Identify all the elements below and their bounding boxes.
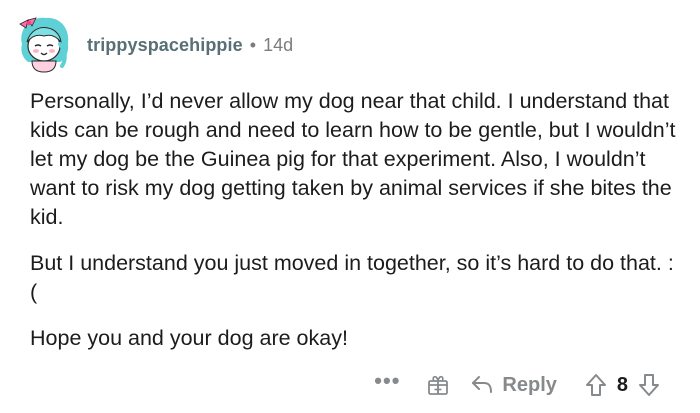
reply-button[interactable]: Reply [470,373,557,397]
reply-arrow-icon [472,376,493,393]
comment-paragraph: Personally, I’d never allow my dog near … [30,89,676,229]
comment-header: trippyspacehippie • 14d [14,14,293,76]
downvote-arrow-icon [639,374,659,396]
downvote-button[interactable] [638,373,660,397]
more-options-button[interactable]: ••• [374,370,400,392]
comment-action-bar: ••• Reply 8 [374,368,660,402]
author-username[interactable]: trippyspacehippie [87,35,243,56]
comment-card: trippyspacehippie • 14d Personally, I’d … [0,0,700,413]
reply-label: Reply [502,373,557,396]
comment-paragraph: But I understand you just moved in toget… [30,251,674,304]
award-gift-icon [428,375,449,395]
vote-count: 8 [616,373,628,396]
meta-separator: • [249,34,257,55]
upvote-button[interactable] [585,373,607,397]
award-button[interactable] [426,373,450,397]
user-avatar[interactable] [14,14,74,76]
comment-paragraph: Hope you and your dog are okay! [30,326,348,350]
avatar-icon [19,17,69,73]
comment-age: 14d [263,34,294,55]
upvote-arrow-icon [585,374,606,396]
comment-body: Personally, I’d never allow my dog near … [30,87,680,370]
